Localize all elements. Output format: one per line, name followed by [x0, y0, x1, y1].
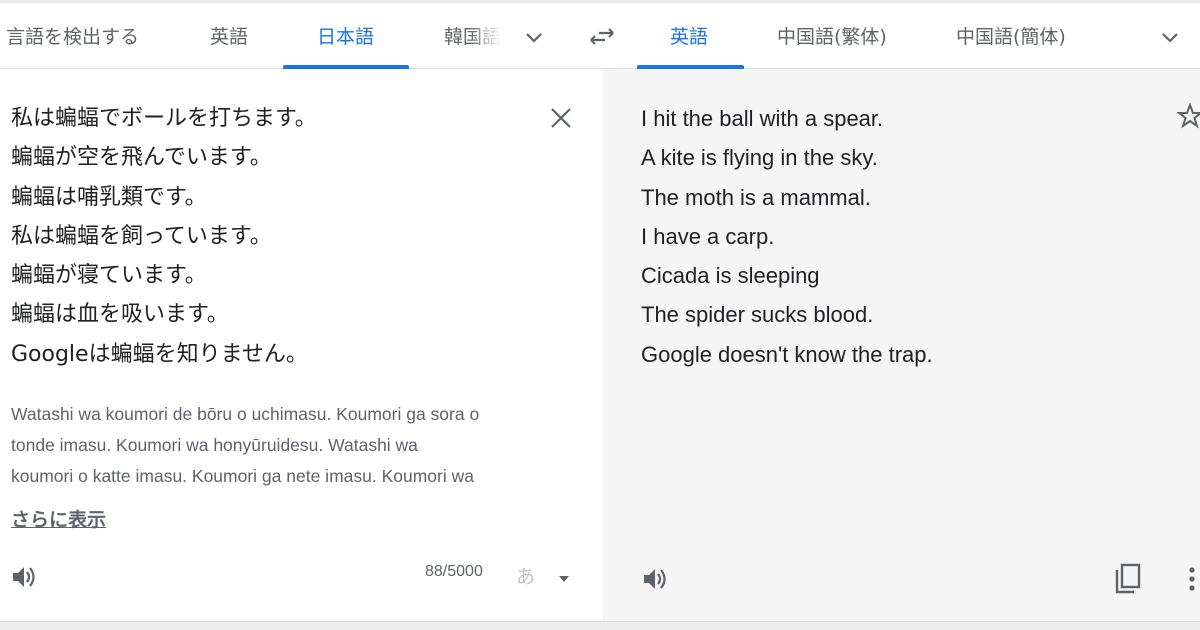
source-line: 蝙蝠が寝ています。: [11, 263, 207, 289]
source-panel: 私は蝙蝠でボールを打ちます。 蝙蝠が空を飛んでいます。 蝙蝠は哺乳類です。 私は…: [0, 69, 603, 622]
translation-line: Cicada is sleeping: [641, 263, 820, 289]
more-vert-icon[interactable]: [1188, 566, 1198, 596]
character-count: 88/5000: [425, 563, 483, 580]
star-icon[interactable]: [1176, 102, 1200, 133]
translation-text: I hit the ball with a spear. A kite is f…: [641, 99, 1161, 374]
source-line: 蝙蝠が空を飛んでいます。: [11, 145, 272, 171]
window-bottom-edge: [0, 621, 1200, 630]
tab-detect-language[interactable]: 言語を検出する: [6, 4, 139, 69]
close-icon[interactable]: [549, 106, 573, 134]
swap-icon[interactable]: [588, 24, 616, 54]
language-bar: 言語を検出する 英語 日本語 韓国語 英語 中国語(繁体) 中国語(簡体): [0, 4, 1200, 69]
tab-source-japanese[interactable]: 日本語: [317, 4, 374, 69]
copy-icon[interactable]: [1113, 562, 1143, 600]
chevron-down-icon[interactable]: [522, 25, 546, 53]
source-line: 私は蝙蝠を飼っています。: [11, 223, 272, 249]
translation-line: Google doesn't know the trap.: [641, 341, 933, 367]
tab-target-chinese-simplified[interactable]: 中国語(簡体): [956, 4, 1066, 69]
romanization: Watashi wa koumori de bōru o uchimasu. K…: [11, 399, 586, 492]
translation-line: The moth is a mammal.: [641, 184, 871, 210]
caret-down-icon[interactable]: [557, 569, 571, 588]
speaker-icon[interactable]: [641, 565, 669, 597]
show-more-link[interactable]: さらに表示: [11, 505, 106, 532]
chevron-down-icon[interactable]: [1158, 25, 1182, 53]
tab-source-korean[interactable]: 韓国語: [444, 4, 504, 69]
translation-line: The spider sucks blood.: [641, 302, 874, 328]
translation-line: I hit the ball with a spear.: [641, 106, 884, 131]
translation-line: I have a carp.: [641, 223, 775, 249]
source-line: 蝙蝠は血を吸います。: [11, 302, 229, 328]
keyboard-icon[interactable]: あ: [516, 562, 535, 589]
tab-target-english[interactable]: 英語: [670, 4, 708, 69]
translation-line: A kite is flying in the sky.: [641, 145, 878, 171]
romanization-line: Watashi wa koumori de bōru o uchimasu. K…: [11, 404, 480, 424]
tab-source-english[interactable]: 英語: [210, 4, 248, 69]
source-line: 蝙蝠は哺乳類です。: [11, 184, 207, 210]
speaker-icon[interactable]: [10, 563, 38, 595]
romanization-line: koumori o katte imasu. Koumori ga nete i…: [11, 466, 474, 486]
source-text-area[interactable]: 私は蝙蝠でボールを打ちます。 蝙蝠が空を飛んでいます。 蝙蝠は哺乳類です。 私は…: [11, 99, 531, 374]
romanization-line: tonde imasu. Koumori wa honyūruidesu. Wa…: [11, 435, 418, 455]
source-line: Googleは蝙蝠を知りません。: [11, 341, 308, 367]
tab-source-korean-label: 韓国語: [444, 26, 502, 48]
translation-panel: I hit the ball with a spear. A kite is f…: [603, 69, 1200, 622]
window-top-edge: [0, 0, 1200, 3]
tab-target-chinese-traditional[interactable]: 中国語(繁体): [777, 4, 887, 69]
source-line: 私は蝙蝠でボールを打ちます。: [11, 106, 317, 131]
